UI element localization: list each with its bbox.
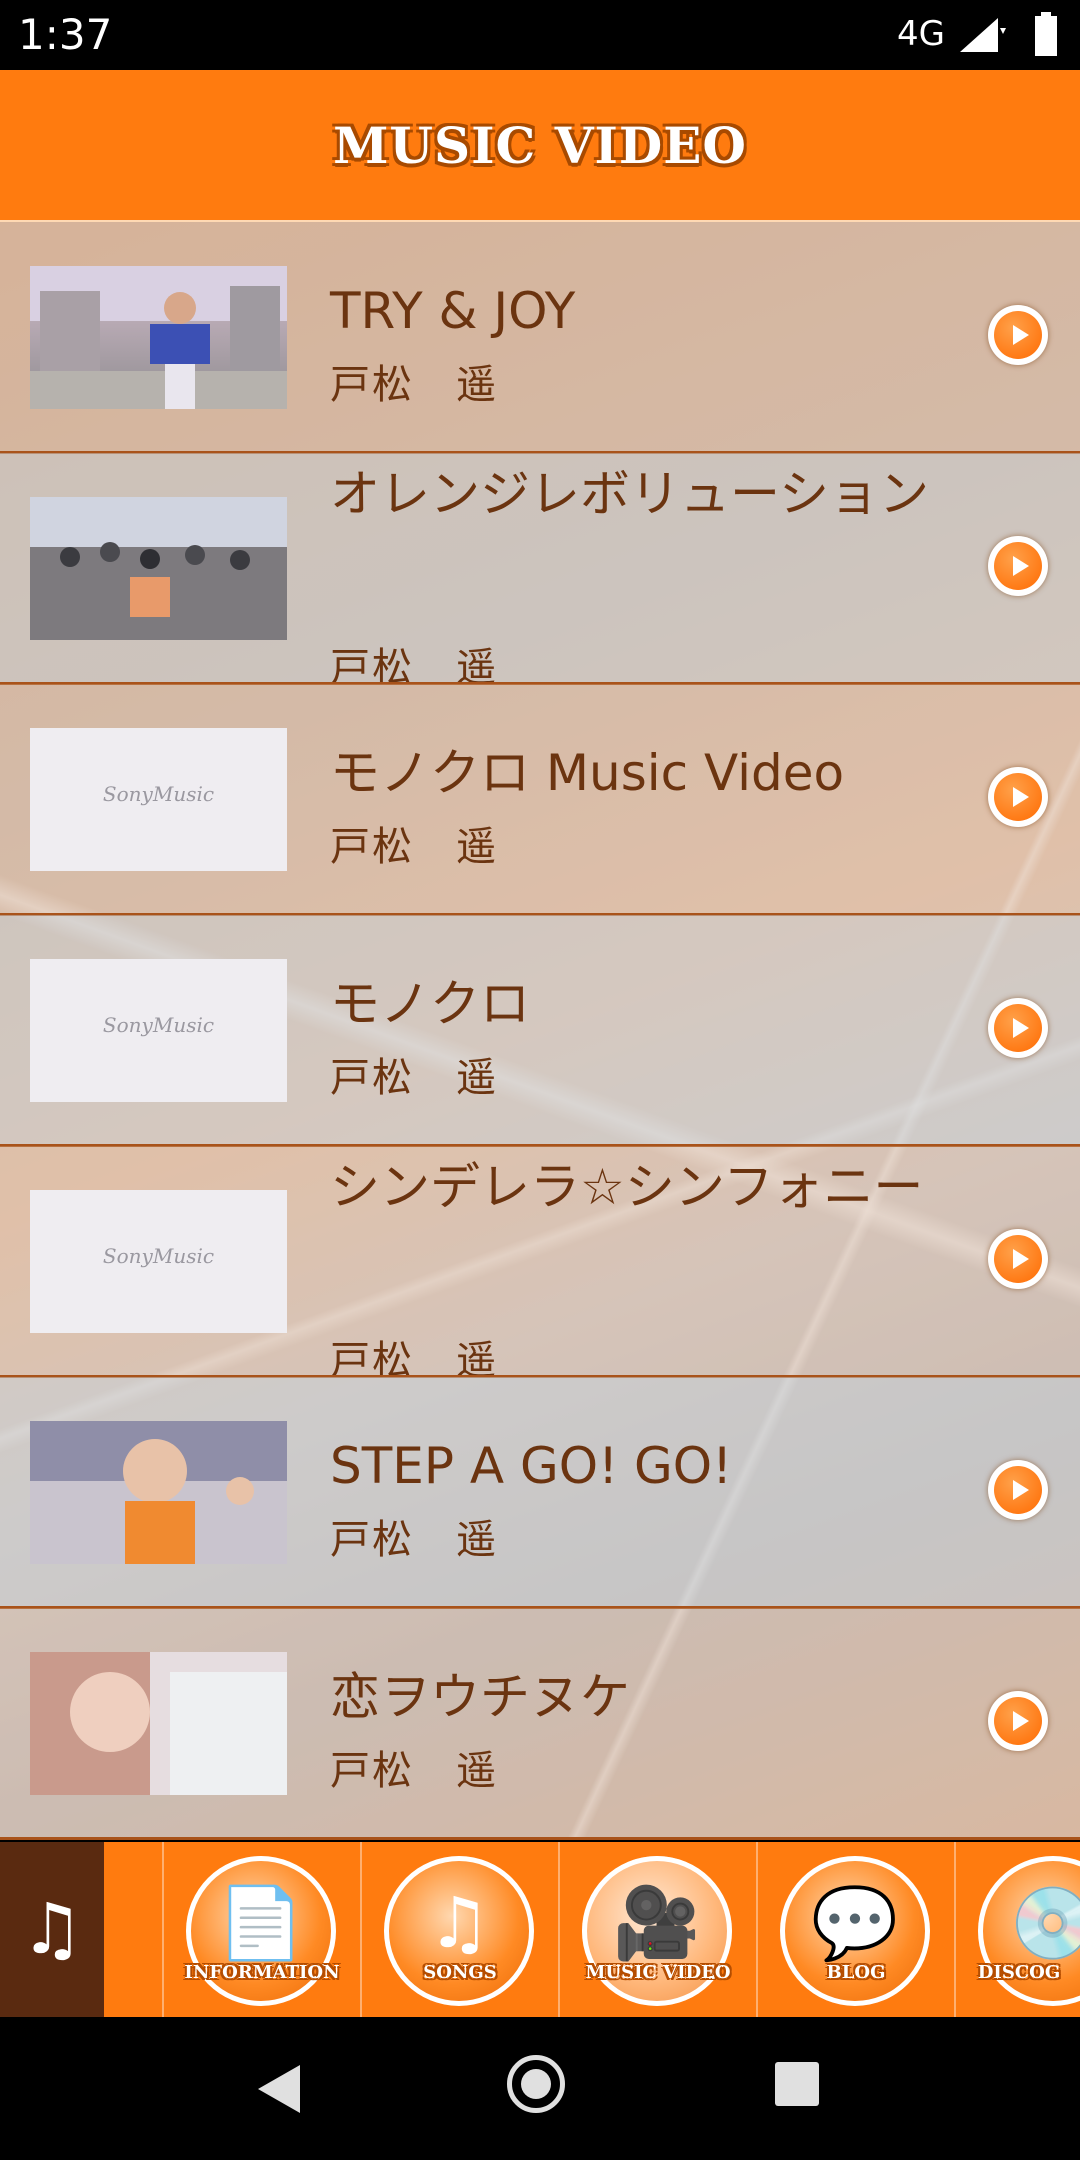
- video-artist: 戸松 遥: [330, 645, 498, 685]
- play-button[interactable]: [988, 536, 1048, 596]
- battery-icon: [1035, 12, 1057, 56]
- play-icon: [1013, 556, 1029, 576]
- tab-label: MUSIC VIDEO: [585, 1962, 731, 1983]
- video-thumbnail: [30, 497, 287, 640]
- list-item[interactable]: 恋ヲウチヌケ 戸松 遥: [0, 1608, 1080, 1840]
- photo-thumbnail: [30, 1421, 287, 1564]
- thumbnail-brand: SonyMusic: [102, 782, 215, 806]
- video-thumbnail: SonyMusic: [30, 728, 287, 871]
- video-thumbnail: [30, 1652, 287, 1795]
- video-thumbnail: SonyMusic: [30, 1190, 287, 1333]
- signal-icon: [960, 18, 1006, 52]
- photo-thumbnail: [30, 1652, 287, 1795]
- status-time: 1:37: [18, 10, 113, 59]
- information-icon: 📄: [186, 1856, 336, 2006]
- network-type: 4G: [897, 14, 945, 54]
- play-icon: [1013, 1018, 1029, 1038]
- app-header: MUSIC VIDEO: [0, 70, 1080, 222]
- bottom-tab-bar: ♫ 📄 INFORMATION ♫ SONGS 🎥 MUSIC VIDEO 💬 …: [0, 1842, 1080, 2017]
- video-title: 恋ヲウチヌケ: [330, 1668, 630, 1726]
- blog-icon: 💬: [780, 1856, 930, 2006]
- video-title: STEP A GO! GO!: [330, 1437, 733, 1495]
- tab-blog[interactable]: 💬 BLOG: [756, 1842, 954, 2017]
- video-artist: 戸松 遥: [330, 1055, 498, 1101]
- photo-thumbnail: [30, 497, 287, 640]
- tab-discography[interactable]: 💿 DISCOG: [954, 1842, 1080, 2017]
- status-bar: 1:37 4G: [0, 0, 1080, 70]
- list-item[interactable]: SonyMusic シンデレラ☆シンフォニー 戸松 遥: [0, 1146, 1080, 1378]
- video-artist: 戸松 遥: [330, 1338, 498, 1378]
- disc-icon: 💿: [978, 1856, 1080, 2006]
- list-item[interactable]: オレンジレボリューション 戸松 遥: [0, 453, 1080, 685]
- video-camera-icon: 🎥: [582, 1856, 732, 2006]
- play-button[interactable]: [988, 305, 1048, 365]
- play-icon: [1013, 787, 1029, 807]
- video-artist: 戸松 遥: [330, 362, 498, 408]
- play-button[interactable]: [988, 1229, 1048, 1289]
- tab-label: INFORMATION: [184, 1962, 340, 1983]
- video-thumbnail: [30, 1421, 287, 1564]
- thumbnail-brand: SonyMusic: [102, 1013, 215, 1037]
- list-item[interactable]: SonyMusic モノクロ Music Video 戸松 遥: [0, 684, 1080, 916]
- thumbnail-brand: SonyMusic: [102, 1244, 215, 1268]
- page-title: MUSIC VIDEO: [333, 116, 747, 175]
- video-artist: 戸松 遥: [330, 1748, 498, 1794]
- play-button[interactable]: [988, 1691, 1048, 1751]
- video-title: TRY & JOY: [330, 282, 576, 340]
- video-artist: 戸松 遥: [330, 824, 498, 870]
- tab-label: DISCOG: [977, 1962, 1061, 1983]
- video-list[interactable]: TRY & JOY 戸松 遥 オレンジレボリューション 戸松 遥 SonyMus…: [0, 222, 1080, 1840]
- video-title: シンデレラ☆シンフォニー: [330, 1158, 924, 1216]
- list-item[interactable]: TRY & JOY 戸松 遥: [0, 222, 1080, 454]
- video-title: モノクロ Music Video: [330, 744, 845, 802]
- play-icon: [1013, 1480, 1029, 1500]
- video-thumbnail: SonyMusic: [30, 959, 287, 1102]
- play-button[interactable]: [988, 998, 1048, 1058]
- tab-songs[interactable]: ♫ SONGS: [360, 1842, 558, 2017]
- music-toggle-button[interactable]: ♫: [0, 1842, 104, 2017]
- tab-music-video[interactable]: 🎥 MUSIC VIDEO: [558, 1842, 756, 2017]
- songs-icon: ♫: [384, 1856, 534, 2006]
- play-icon: [1013, 325, 1029, 345]
- tab-label: BLOG: [826, 1962, 886, 1983]
- play-button[interactable]: [988, 1460, 1048, 1520]
- video-thumbnail: [30, 266, 287, 409]
- video-artist: 戸松 遥: [330, 1517, 498, 1563]
- play-icon: [1013, 1711, 1029, 1731]
- play-button[interactable]: [988, 767, 1048, 827]
- photo-thumbnail: [30, 266, 287, 409]
- video-title: モノクロ: [330, 975, 530, 1033]
- play-icon: [1013, 1249, 1029, 1269]
- list-item[interactable]: STEP A GO! GO! 戸松 遥: [0, 1377, 1080, 1609]
- recent-apps-icon[interactable]: [775, 2062, 819, 2106]
- list-item[interactable]: SonyMusic モノクロ 戸松 遥: [0, 915, 1080, 1147]
- system-nav-bar: [0, 2017, 1080, 2160]
- tab-label: SONGS: [423, 1962, 497, 1983]
- home-icon[interactable]: [507, 2055, 565, 2113]
- back-icon[interactable]: [258, 2065, 300, 2113]
- tab-information[interactable]: 📄 INFORMATION: [162, 1842, 360, 2017]
- video-title: オレンジレボリューション: [330, 465, 929, 523]
